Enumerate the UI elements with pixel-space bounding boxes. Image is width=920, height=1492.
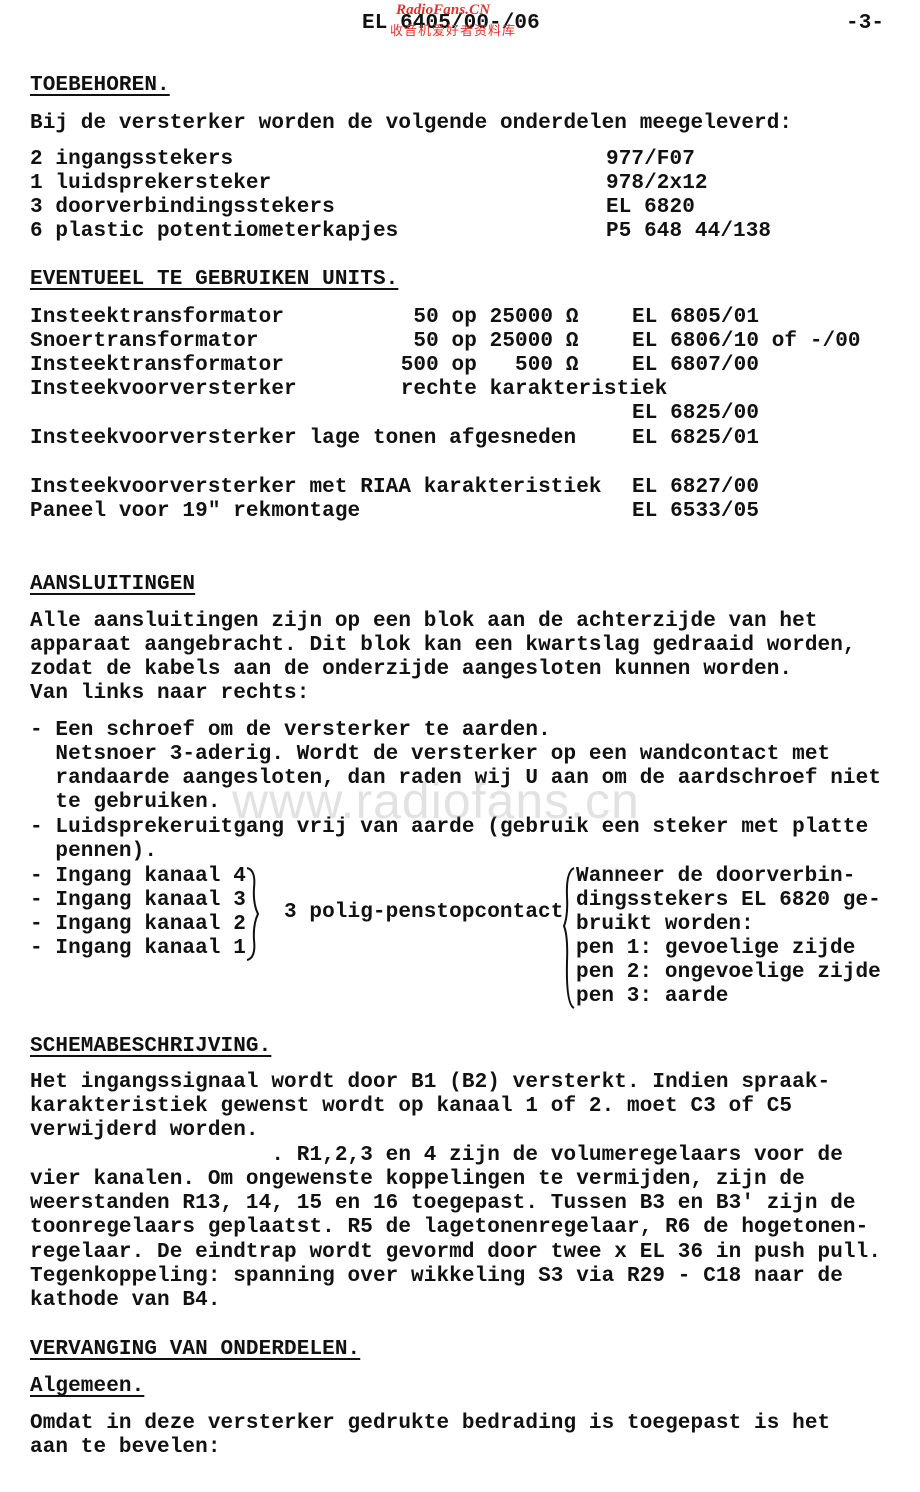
watermark-chinese: 收音机爱好者资料库 (390, 24, 517, 39)
unit-spec: 50 op 25000 Ω (388, 330, 579, 353)
accessory-item-code: P5 648 44/138 (606, 220, 772, 243)
accessory-item-desc: 1 luidsprekersteker (30, 172, 272, 195)
pin-note-line: pen 2: ongevoelige zijde (576, 961, 881, 984)
section-heading-vervanging: VERVANGING VAN ONDERDELEN. (30, 1338, 361, 1361)
input-channel: - Ingang kanaal 2 (30, 913, 246, 936)
text-line: kathode van B4. (30, 1289, 221, 1312)
section-heading-aansluitingen: AANSLUITINGEN (30, 573, 196, 596)
subheading-algemeen: Algemeen. (30, 1375, 145, 1398)
unit-name: Insteekvoorversterker lage tonen afgesne… (30, 427, 577, 450)
text-line: Alle aansluitingen zijn op een blok aan … (30, 610, 818, 633)
bullet-line: pennen). (30, 840, 158, 863)
unit-spec: rechte karakteristiek (388, 378, 668, 401)
watermark-url: www.radiofans.cn (232, 773, 640, 829)
accessory-item-desc: 6 plastic potentiometerkapjes (30, 220, 399, 243)
pin-note-line: pen 1: gevoelige zijde (576, 937, 856, 960)
unit-name: Insteekvoorversterker (30, 378, 297, 401)
unit-spec: 50 op 25000 Ω (388, 306, 579, 329)
unit-code: EL 6807/00 (632, 354, 760, 377)
text-line: . R1,2,3 en 4 zijn de volumeregelaars vo… (30, 1144, 843, 1167)
unit-name: Insteekvoorversterker met RIAA karakteri… (30, 476, 602, 499)
unit-code: EL 6806/10 of -/00 (632, 330, 861, 353)
unit-code: EL 6805/01 (632, 306, 760, 329)
unit-spec: 500 op 500 Ω (388, 354, 579, 377)
text-line: karakteristiek gewenst wordt op kanaal 1… (30, 1095, 793, 1118)
pin-note-line: bruikt worden: (576, 913, 754, 936)
right-brace-icon (246, 867, 260, 961)
text-line: apparaat aangebracht. Dit blok kan een k… (30, 634, 856, 657)
unit-name: Paneel voor 19" rekmontage (30, 500, 361, 523)
bullet-line: te gebruiken. (30, 791, 221, 814)
text-line: aan te bevelen: (30, 1436, 221, 1459)
text-line: verwijderd worden. (30, 1119, 259, 1142)
input-channel: - Ingang kanaal 4 (30, 865, 246, 888)
section-heading-schema: SCHEMABESCHRIJVING. (30, 1035, 272, 1058)
accessory-item-desc: 3 doorverbindingsstekers (30, 196, 335, 219)
toebehoren-intro: Bij de versterker worden de volgende ond… (30, 112, 793, 135)
text-line: Omdat in deze versterker gedrukte bedrad… (30, 1412, 831, 1435)
text-line: Tegenkoppeling: spanning over wikkeling … (30, 1265, 843, 1288)
input-channel: - Ingang kanaal 3 (30, 889, 246, 912)
unit-code: EL 6825/01 (632, 427, 760, 450)
left-brace-icon (562, 867, 575, 1009)
text-line: vier kanalen. Om ongewenste koppelingen … (30, 1168, 805, 1191)
text-line: weerstanden R13, 14, 15 en 16 toegepast.… (30, 1192, 856, 1215)
pin-note-line: pen 3: aarde (576, 985, 729, 1008)
unit-name: Insteektransformator (30, 306, 285, 329)
text-line: Van links naar rechts: (30, 682, 310, 705)
watermark-radiofans: RadioFans.CN (396, 2, 491, 18)
page-number: -3- (846, 12, 885, 35)
connector-label: 3 polig-penstopcontact (284, 901, 564, 924)
unit-name: Snoertransformator (30, 330, 259, 353)
accessory-item-desc: 2 ingangsstekers (30, 148, 234, 171)
unit-code: EL 6533/05 (632, 500, 760, 523)
bullet-line: - Een schroef om de versterker te aarden… (30, 719, 551, 742)
bullet-line: Netsnoer 3-aderig. Wordt de versterker o… (30, 743, 831, 766)
section-heading-toebehoren: TOEBEHOREN. (30, 74, 170, 97)
pin-note-line: dingsstekers EL 6820 ge- (576, 889, 881, 912)
text-line: toonregelaars geplaatst. R5 de lagetonen… (30, 1216, 869, 1239)
accessory-item-code: EL 6820 (606, 196, 695, 219)
unit-name: Insteektransformator (30, 354, 285, 377)
section-heading-units: EVENTUEEL TE GEBRUIKEN UNITS. (30, 268, 399, 291)
input-channel: - Ingang kanaal 1 (30, 937, 246, 960)
text-line: regelaar. De eindtrap wordt gevormd door… (30, 1241, 882, 1264)
accessory-item-code: 978/2x12 (606, 172, 708, 195)
text-line: zodat de kabels aan de onderzijde aanges… (30, 658, 793, 681)
accessory-item-code: 977/F07 (606, 148, 695, 171)
unit-code: EL 6827/00 (632, 476, 760, 499)
text-line: Het ingangssignaal wordt door B1 (B2) ve… (30, 1071, 831, 1094)
pin-note-line: Wanneer de doorverbin- (576, 865, 856, 888)
unit-code: EL 6825/00 (632, 402, 760, 425)
